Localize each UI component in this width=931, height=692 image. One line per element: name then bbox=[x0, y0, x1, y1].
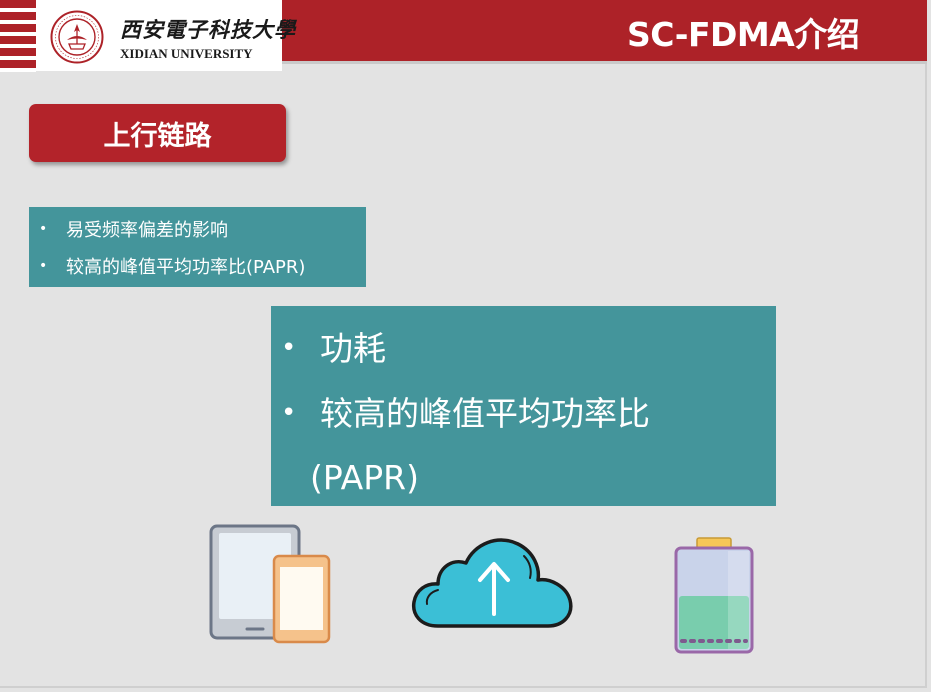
list-item-text: 较高的峰值平均功率比(PAPR) bbox=[66, 256, 306, 278]
slide-title: SC-FDMA介绍 bbox=[627, 15, 860, 54]
bullet-icon: • bbox=[281, 333, 297, 363]
university-logo: 西安電子科技大學 XIDIAN UNIVERSITY bbox=[36, 0, 296, 71]
section-label-uplink: 上行链路 bbox=[29, 104, 286, 162]
slide: 西安電子科技大學 XIDIAN UNIVERSITY SC-FDMA介绍 上行链… bbox=[0, 0, 927, 688]
list-item: • 易受频率偏差的影响 bbox=[29, 219, 366, 241]
logo-english-name: XIDIAN UNIVERSITY bbox=[120, 46, 253, 61]
section-label-text: 上行链路 bbox=[103, 120, 212, 152]
list-item: • 较高的峰值平均功率比 bbox=[271, 393, 776, 434]
bullet-icon: • bbox=[39, 257, 48, 274]
bullet-icon: • bbox=[281, 398, 297, 428]
list-item-text: 易受频率偏差的影响 bbox=[66, 219, 228, 241]
list-item: • 功耗 bbox=[271, 328, 776, 369]
list-item-text: 较高的峰值平均功率比 bbox=[320, 394, 650, 433]
decorative-stripes bbox=[0, 0, 36, 72]
cloud-upload-icon bbox=[411, 538, 573, 628]
large-bullet-box: • 功耗 • 较高的峰值平均功率比 (PAPR) bbox=[271, 306, 776, 506]
bullet-icon: • bbox=[39, 220, 48, 237]
list-item-continuation: (PAPR) bbox=[310, 458, 419, 497]
tablet-phone-icon bbox=[209, 524, 331, 644]
small-bullet-box: • 易受频率偏差的影响 • 较高的峰值平均功率比(PAPR) bbox=[29, 207, 366, 287]
list-item-text: 功耗 bbox=[320, 329, 386, 368]
logo-chinese-name: 西安電子科技大學 bbox=[120, 17, 296, 42]
battery-icon bbox=[674, 537, 754, 654]
university-seal-icon bbox=[50, 10, 104, 64]
list-item: • 较高的峰值平均功率比(PAPR) bbox=[29, 256, 366, 278]
